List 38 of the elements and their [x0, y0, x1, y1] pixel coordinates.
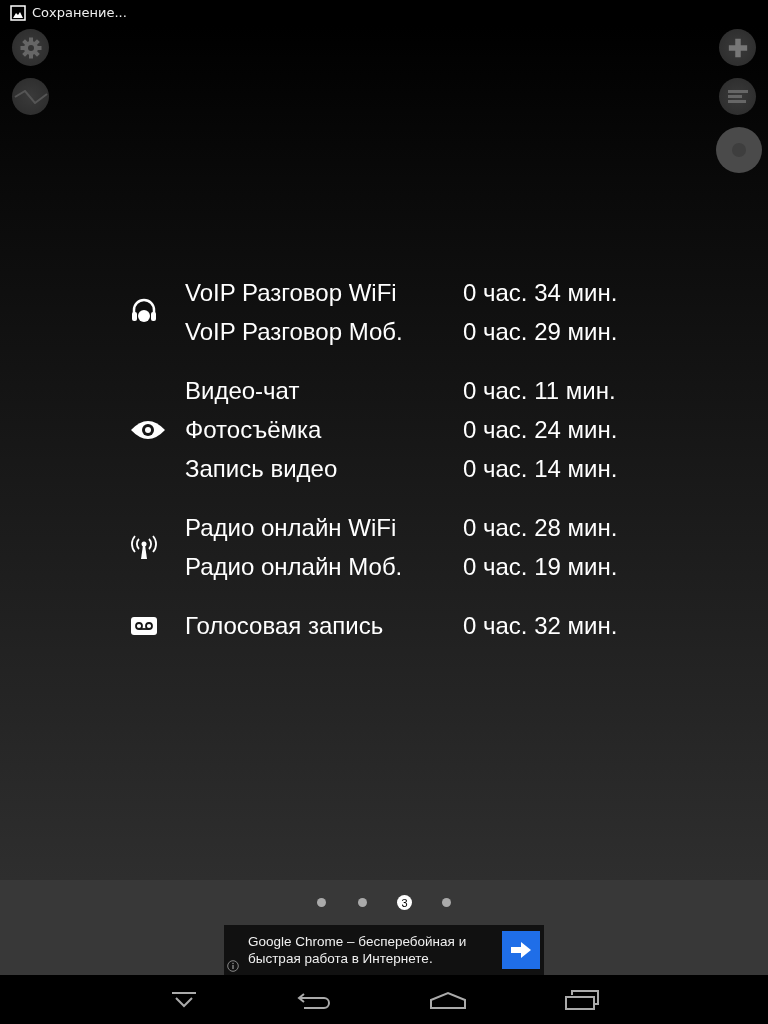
duration-value: 0 час. 29 мин.	[463, 317, 618, 346]
ad-arrow-button[interactable]	[502, 931, 540, 969]
activity-label: Запись видео	[185, 454, 339, 483]
activity-label: Радио онлайн Моб.	[185, 552, 404, 581]
info-icon[interactable]	[227, 960, 239, 972]
activity-label: Радио онлайн WiFi	[185, 513, 398, 542]
ad-banner[interactable]: Google Chrome – бесперебойная и быстрая работа в Интернете.	[224, 925, 544, 975]
notification-text: Сохранение...	[32, 5, 127, 20]
page-indicator[interactable]	[358, 898, 367, 907]
picture-icon	[10, 4, 26, 21]
duration-value: 0 час. 14 мин.	[463, 454, 618, 483]
home-icon	[428, 989, 468, 1010]
duration-value: 0 час. 34 мин.	[463, 278, 618, 307]
ad-text: Google Chrome – бесперебойная и быстрая работа в Интернете.	[248, 933, 468, 967]
page-indicator[interactable]	[317, 898, 326, 907]
activity-label: VoIP Разговор Моб.	[185, 317, 404, 346]
wave-icon	[12, 89, 49, 104]
recent-apps-icon	[564, 988, 600, 1011]
page-indicator[interactable]: 3	[397, 895, 412, 910]
antenna-icon	[130, 533, 158, 561]
duration-value: 0 час. 19 мин.	[463, 552, 618, 581]
voicemail-icon	[130, 615, 158, 636]
duration-value: 0 час. 24 мин.	[463, 415, 618, 444]
activity-label: VoIP Разговор WiFi	[185, 278, 398, 307]
activity-label: Голосовая запись	[185, 611, 385, 640]
add-button[interactable]	[719, 29, 756, 66]
settings-icon	[18, 35, 43, 60]
plus-icon	[726, 36, 749, 59]
activity-label: Фотосъёмка	[185, 415, 323, 444]
page-indicator[interactable]	[442, 898, 451, 907]
list-button[interactable]	[719, 78, 756, 115]
duration-value: 0 час. 11 мин.	[463, 376, 616, 405]
settings-button[interactable]	[12, 29, 49, 66]
activity-label: Видео-чат	[185, 376, 301, 405]
chart-button[interactable]	[12, 78, 49, 115]
duration-value: 0 час. 32 мин.	[463, 611, 618, 640]
arrow-icon	[509, 940, 533, 960]
duration-value: 0 час. 28 мин.	[463, 513, 618, 542]
